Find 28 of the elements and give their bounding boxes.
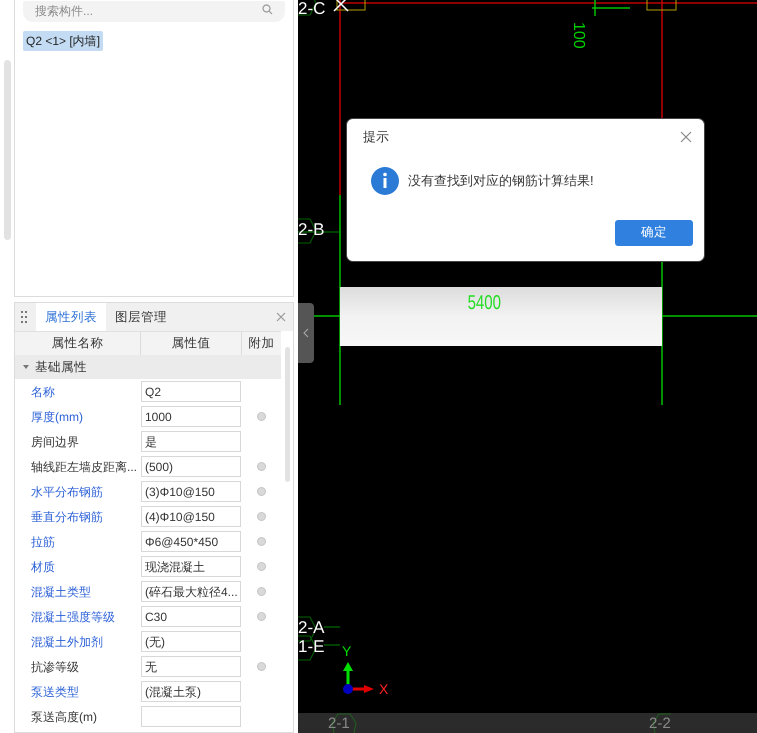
axis-label: 2-A [298, 619, 324, 637]
property-name: 混凝土强度等级 [30, 608, 116, 626]
axis-label: 2-1 [328, 715, 350, 732]
property-name: 垂直分布钢筋 [30, 508, 104, 526]
property-name: 抗渗等级 [30, 658, 80, 676]
property-name: 混凝土外加剂 [30, 634, 104, 650]
property-name: 材质 [30, 558, 56, 576]
property-name: 厚度(mm) [30, 408, 84, 426]
property-name: 水平分布钢筋 [30, 484, 104, 500]
dialog-message: 没有查找到对应的钢筋计算结果! [408, 172, 594, 190]
property-name: 名称 [30, 384, 56, 400]
dimension-label: 100 [569, 22, 588, 49]
property-name: 泵送类型 [30, 684, 80, 700]
property-name: 房间边界 [30, 434, 80, 450]
axis-label: 1-E [298, 638, 324, 656]
property-name: 混凝土类型 [30, 584, 92, 600]
property-name: 拉筋 [30, 534, 56, 550]
dimension-label: 5400 [468, 291, 501, 316]
property-name: 泵送高度(m) [30, 708, 98, 726]
column-header: 附加 [248, 335, 276, 352]
axis-label: 2-C [298, 0, 326, 18]
axis-label: 2-2 [649, 715, 671, 732]
axis-label: 2-B [298, 221, 324, 239]
property-name: 轴线距左墙皮距离... [30, 458, 138, 476]
dialog-title: 提示 [363, 128, 389, 146]
group-label: 基础属性 [35, 358, 87, 376]
axis-name: Y [342, 643, 352, 659]
axis-name: X [379, 681, 388, 697]
